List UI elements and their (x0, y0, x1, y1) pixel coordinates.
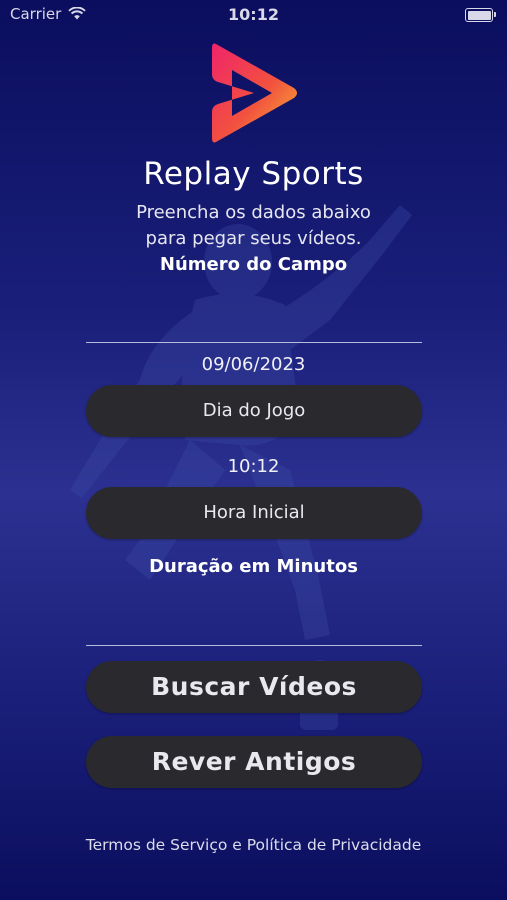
view-old-button[interactable]: Rever Antigos (86, 736, 422, 788)
instructions-text: Preencha os dados abaixo para pegar seus… (0, 200, 507, 252)
duration-label: Duração em Minutos (149, 556, 358, 577)
field-number-underline (86, 342, 422, 343)
duration-underline (86, 645, 422, 646)
selected-time: 10:12 (227, 456, 280, 477)
status-bar: Carrier 10:12 (0, 0, 507, 30)
field-number-label: Número do Campo (159, 254, 348, 275)
play-logo-icon (212, 43, 297, 143)
selected-date: 09/06/2023 (201, 354, 306, 375)
battery-icon (465, 8, 496, 22)
app-title: Replay Sports (143, 156, 364, 192)
terms-privacy-link[interactable]: Termos de Serviço e Política de Privacid… (0, 836, 507, 854)
search-videos-button[interactable]: Buscar Vídeos (86, 661, 422, 713)
instructions-line-2: para pegar seus vídeos. (145, 228, 362, 249)
game-day-button[interactable]: Dia do Jogo (86, 385, 422, 437)
duration-input[interactable] (112, 595, 399, 633)
start-time-button[interactable]: Hora Inicial (86, 487, 422, 539)
status-time: 10:12 (228, 5, 279, 24)
instructions-line-1: Preencha os dados abaixo (136, 202, 371, 223)
field-number-input[interactable] (112, 290, 399, 328)
